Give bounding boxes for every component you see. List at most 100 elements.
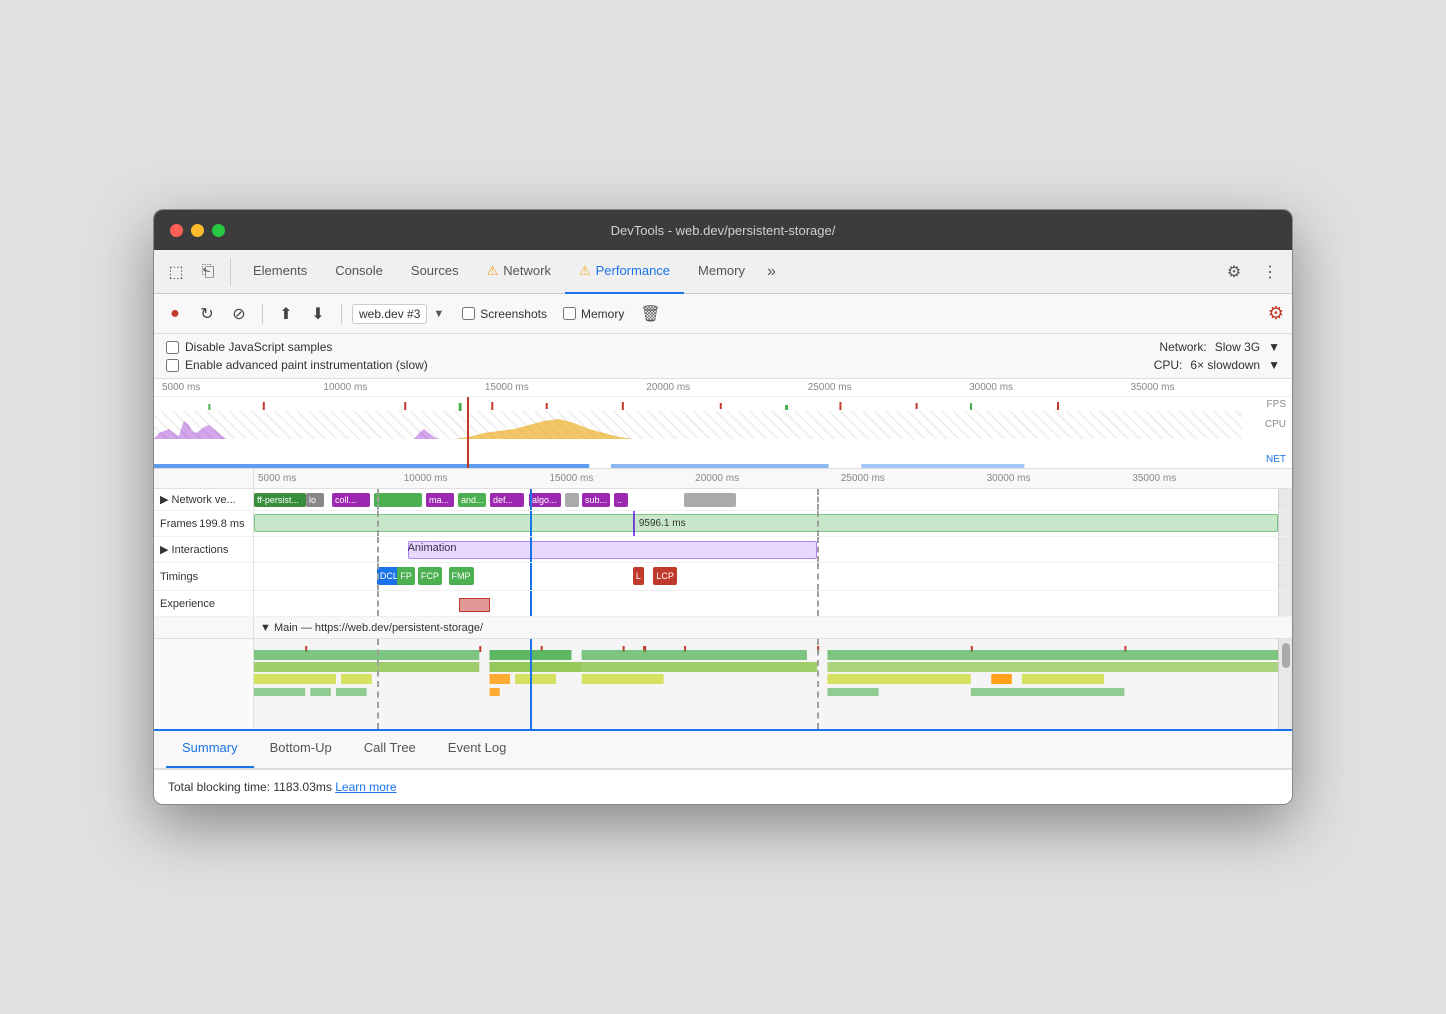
network-row-content[interactable]: ff-persist... lo coll... ma... and... de… <box>254 489 1278 510</box>
interactions-content[interactable]: Animation <box>254 537 1278 562</box>
more-options-icon[interactable]: ⋮ <box>1256 258 1284 286</box>
minimize-button[interactable] <box>191 224 204 237</box>
net-bar-ma[interactable]: ma... <box>426 493 454 507</box>
lcp-marker[interactable]: LCP <box>653 567 677 585</box>
fps-label: FPS <box>1267 399 1286 410</box>
net-bar-dot[interactable]: .. <box>614 493 628 507</box>
main-toolbar: ● ↻ ⊘ ⬆ ⬇ web.dev #3 ▼ Screenshots Memor… <box>154 294 1292 334</box>
screenshots-label: Screenshots <box>480 307 547 321</box>
enable-paint-checkbox[interactable] <box>166 359 179 372</box>
main-ruler-15000: 15000 ms <box>549 473 695 484</box>
experience-block[interactable] <box>459 598 490 612</box>
network-scrollbar[interactable] <box>1278 489 1292 510</box>
flame-dashed-1 <box>377 639 379 729</box>
upload-button[interactable]: ⬆ <box>273 301 299 327</box>
frames-dashed-1 <box>377 511 379 536</box>
cpu-dropdown-arrow[interactable]: ▼ <box>1268 358 1280 372</box>
tab-call-tree[interactable]: Call Tree <box>348 728 432 768</box>
experience-scrollbar[interactable] <box>1278 591 1292 616</box>
net-bar-algo[interactable]: algo... <box>529 493 561 507</box>
main-ruler-10000: 10000 ms <box>404 473 550 484</box>
close-button[interactable] <box>170 224 183 237</box>
timeline-overview[interactable]: 5000 ms 10000 ms 15000 ms 20000 ms 25000… <box>154 379 1292 469</box>
bottom-tasks-svg <box>254 688 1278 696</box>
ruler-mark-5000: 5000 ms <box>162 382 323 393</box>
reload-button[interactable]: ↻ <box>194 301 220 327</box>
maximize-button[interactable] <box>212 224 225 237</box>
tab-elements[interactable]: Elements <box>239 250 321 294</box>
timings-dashed-2 <box>817 563 819 590</box>
device-toggle-icon[interactable]: ⎗ <box>194 258 222 286</box>
tab-network[interactable]: ⚠ Network <box>473 250 565 294</box>
settings-icon[interactable]: ⚙ <box>1220 258 1248 286</box>
tab-memory[interactable]: Memory <box>684 250 759 294</box>
net-label: NET <box>1266 454 1286 465</box>
ruler-mark-25000: 25000 ms <box>808 382 969 393</box>
fp-marker[interactable]: FP <box>397 567 415 585</box>
dashed-line-2 <box>817 489 819 510</box>
timings-content[interactable]: DCL FP FCP FMP L LCP <box>254 563 1278 590</box>
flame-chart-area <box>154 639 1292 729</box>
learn-more-link[interactable]: Learn more <box>335 780 396 794</box>
tab-performance[interactable]: ⚠ Performance <box>565 250 684 294</box>
net-bar-empty3[interactable] <box>684 493 736 507</box>
performance-settings-icon[interactable]: ⚙ <box>1268 303 1284 324</box>
tab-icons: ⬚ ⎗ <box>162 258 231 286</box>
net-bar-def[interactable]: def... <box>490 493 524 507</box>
disable-js-checkbox[interactable] <box>166 341 179 354</box>
trash-icon[interactable]: 🗑 <box>640 304 660 324</box>
clear-button[interactable]: ⊘ <box>226 301 252 327</box>
download-button[interactable]: ⬇ <box>305 301 331 327</box>
flame-content[interactable] <box>254 639 1278 729</box>
net-bar-sub[interactable]: sub... <box>582 493 610 507</box>
network-dropdown-arrow[interactable]: ▼ <box>1268 340 1280 354</box>
select-element-icon[interactable]: ⬚ <box>162 258 190 286</box>
ruler-mark-15000: 15000 ms <box>485 382 646 393</box>
memory-checkbox[interactable] <box>563 307 576 320</box>
experience-content[interactable] <box>254 591 1278 616</box>
ruler-marks-container: 5000 ms 10000 ms 15000 ms 20000 ms 25000… <box>254 473 1278 484</box>
cpu-area <box>154 411 1242 439</box>
cpu-label: CPU <box>1265 419 1286 430</box>
tab-console[interactable]: Console <box>321 250 397 294</box>
net-bar-and[interactable]: and... <box>458 493 486 507</box>
main-ruler: 5000 ms 10000 ms 15000 ms 20000 ms 25000… <box>154 469 1292 489</box>
total-blocking-time-text: Total blocking time: 1183.03ms <box>168 780 332 794</box>
tab-event-log[interactable]: Event Log <box>432 728 523 768</box>
net-bar-lo[interactable]: lo <box>306 493 324 507</box>
l-marker[interactable]: L <box>633 567 644 585</box>
frames-block-9596[interactable]: 9596.1 ms <box>633 514 1278 532</box>
profile-select[interactable]: web.dev #3 <box>352 304 427 324</box>
animation-bar[interactable] <box>408 541 818 559</box>
tab-summary[interactable]: Summary <box>166 728 254 768</box>
screenshots-checkbox[interactable] <box>462 307 475 320</box>
tab-sources[interactable]: Sources <box>397 250 473 294</box>
cpu-throttle: CPU: 6× slowdown ▼ <box>1154 358 1280 372</box>
experience-dashed-2 <box>817 591 819 616</box>
tab-bottom-up[interactable]: Bottom-Up <box>254 728 348 768</box>
net-bar-coll[interactable]: coll... <box>332 493 370 507</box>
fmp-marker[interactable]: FMP <box>449 567 474 585</box>
frames-label: Frames199.8 ms <box>154 511 254 536</box>
interactions-scrollbar[interactable] <box>1278 537 1292 562</box>
frames-scrollbar[interactable] <box>1278 511 1292 536</box>
more-tabs-button[interactable]: » <box>759 263 784 281</box>
net-bar-empty1[interactable] <box>374 493 422 507</box>
scrollbar-thumb[interactable] <box>1282 643 1290 668</box>
timings-scrollbar[interactable] <box>1278 563 1292 590</box>
overview-ruler: 5000 ms 10000 ms 15000 ms 20000 ms 25000… <box>154 379 1292 397</box>
memory-label: Memory <box>581 307 624 321</box>
disable-js-option: Disable JavaScript samples <box>166 340 1159 354</box>
net-bar-empty2[interactable] <box>565 493 579 507</box>
bottom-panel: Total blocking time: 1183.03ms Learn mor… <box>154 769 1292 804</box>
memory-checkbox-item: Memory <box>563 307 624 321</box>
main-section-label: ▼ Main — https://web.dev/persistent-stor… <box>254 622 1292 634</box>
interactions-dashed-2 <box>817 537 819 562</box>
toolbar-separator <box>262 304 263 324</box>
flame-scrollbar[interactable] <box>1278 639 1292 729</box>
fcp-marker[interactable]: FCP <box>418 567 442 585</box>
profile-dropdown-arrow[interactable]: ▼ <box>433 308 444 320</box>
frames-content[interactable]: 9596.1 ms <box>254 511 1278 536</box>
record-button[interactable]: ● <box>162 301 188 327</box>
net-bar-ff-persist[interactable]: ff-persist... <box>254 493 306 507</box>
